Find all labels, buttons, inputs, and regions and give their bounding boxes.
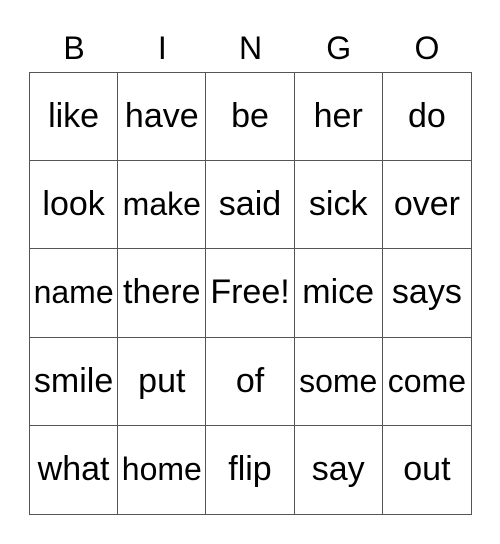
bingo-cell[interactable]: says bbox=[382, 249, 471, 338]
cell-word: come bbox=[387, 362, 467, 399]
bingo-cell[interactable]: flip bbox=[206, 425, 295, 514]
cell-word: smile bbox=[33, 361, 114, 400]
cell-word: of bbox=[235, 361, 265, 400]
cell-word: what bbox=[37, 450, 110, 489]
cell-word: some bbox=[299, 362, 378, 399]
bingo-cell[interactable]: say bbox=[295, 425, 383, 514]
bingo-cell[interactable]: make bbox=[118, 161, 207, 250]
bingo-cell[interactable]: mice bbox=[294, 249, 383, 338]
bingo-cell[interactable]: do bbox=[382, 73, 471, 162]
cell-word: said bbox=[218, 185, 282, 224]
cell-word: flip bbox=[228, 450, 272, 489]
bingo-cell[interactable]: out bbox=[383, 426, 471, 514]
bingo-cell[interactable]: sick bbox=[294, 161, 383, 250]
cell-word: be bbox=[231, 97, 269, 136]
cell-word: home bbox=[121, 451, 202, 488]
cell-word: say bbox=[311, 450, 365, 489]
bingo-cell[interactable]: smile bbox=[30, 337, 119, 426]
cell-word: Free! bbox=[210, 273, 290, 312]
cell-word: look bbox=[42, 185, 105, 224]
bingo-cell[interactable]: like bbox=[30, 73, 119, 162]
bingo-cell[interactable]: have bbox=[118, 73, 207, 162]
header-letter-i: I bbox=[157, 30, 167, 66]
cell-word: name bbox=[33, 274, 114, 311]
bingo-cell[interactable]: there bbox=[118, 249, 207, 338]
bingo-cell[interactable]: some bbox=[294, 337, 383, 426]
cell-word: says bbox=[391, 273, 462, 312]
cell-word: have bbox=[124, 97, 199, 136]
bingo-cell[interactable]: what bbox=[30, 425, 119, 514]
cell-word: out bbox=[403, 450, 451, 489]
bingo-cell[interactable]: come bbox=[382, 338, 471, 426]
bingo-cell[interactable]: of bbox=[206, 337, 295, 426]
bingo-cell[interactable]: said bbox=[206, 161, 295, 250]
cell-word: over bbox=[393, 185, 460, 224]
header-letter-o: O bbox=[414, 30, 440, 66]
cell-word: sick bbox=[308, 185, 368, 224]
cell-word: make bbox=[122, 186, 201, 223]
bingo-cell[interactable]: put bbox=[118, 337, 207, 426]
cell-word: her bbox=[313, 97, 363, 136]
bingo-cell[interactable]: home bbox=[118, 425, 207, 514]
cell-word: there bbox=[123, 273, 201, 312]
header-letter-b: B bbox=[63, 30, 85, 66]
bingo-cell[interactable]: Free! bbox=[206, 249, 295, 338]
cell-word: like bbox=[48, 97, 100, 136]
bingo-cell[interactable]: her bbox=[294, 73, 383, 162]
bingo-cell[interactable]: over bbox=[382, 161, 471, 250]
bingo-grid: like have be her do look make said sick over name t… bbox=[29, 72, 472, 515]
header-letter-g: G bbox=[326, 30, 352, 66]
bingo-cell[interactable]: name bbox=[30, 249, 119, 338]
cell-word: put bbox=[138, 361, 186, 400]
cell-word: mice bbox=[302, 273, 375, 312]
bingo-cell[interactable]: be bbox=[206, 73, 295, 162]
cell-word: do bbox=[407, 97, 446, 136]
bingo-header: B I N G O bbox=[30, 26, 471, 70]
header-letter-n: N bbox=[238, 30, 263, 66]
bingo-cell[interactable]: look bbox=[30, 161, 119, 250]
